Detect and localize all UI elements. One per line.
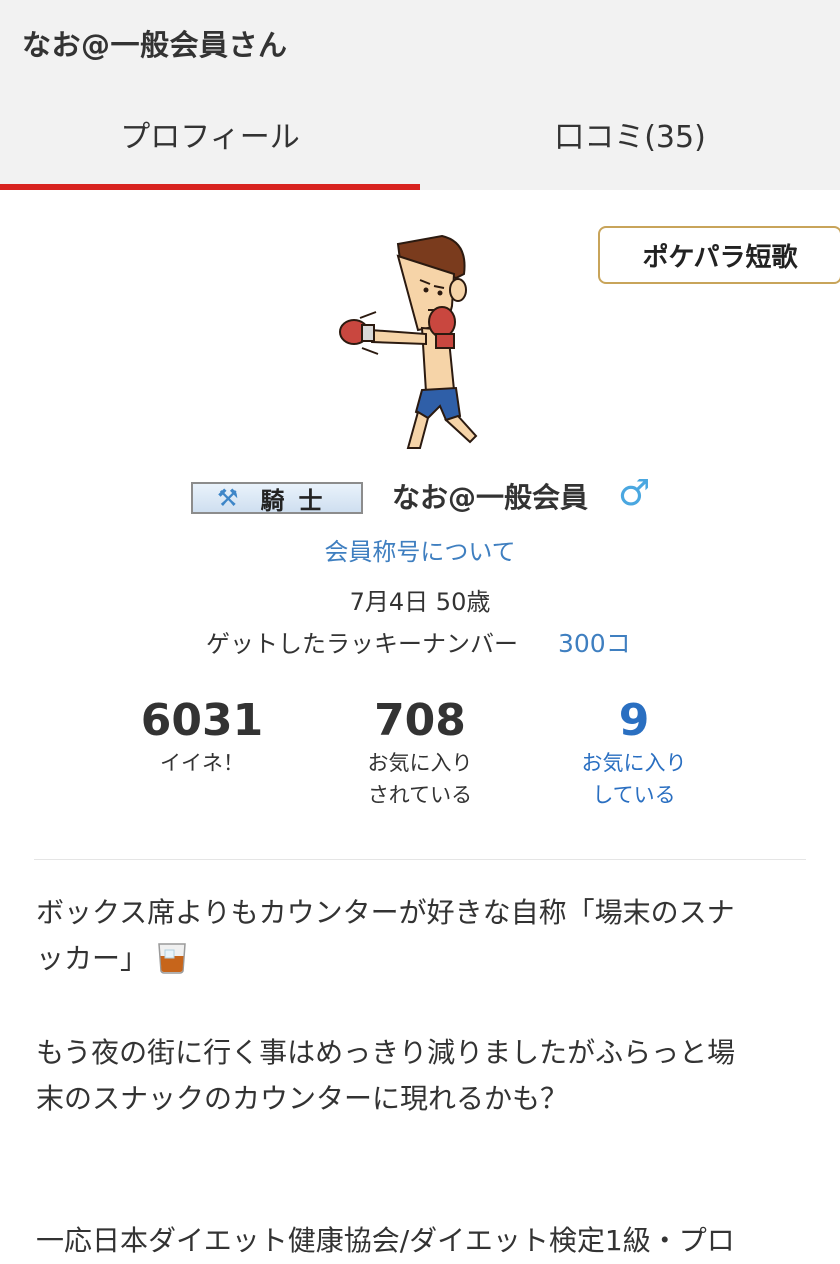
bio-line-with-icon: ッカー」 xyxy=(36,936,806,982)
favorited-by-label: お気に入り されている xyxy=(367,751,473,807)
stats-row: 6031 イイネ！ 708 お気に入り されている 9 お気に入り している xyxy=(0,695,840,825)
page-header: なお@一般会員さん プロフィール 口コミ(35) xyxy=(0,0,840,190)
bio-line: 末のスナックのカウンターに現れるかも？ xyxy=(36,1082,569,1115)
lucky-number-label: ゲットしたラッキーナンバー xyxy=(206,630,518,658)
likes-stat: 6031 イイネ！ xyxy=(92,695,312,779)
divider xyxy=(34,859,806,860)
favorited-by-stat: 708 お気に入り されている xyxy=(310,695,530,811)
whiskey-glass-icon xyxy=(156,940,188,974)
bio-line: ボックス席よりもカウンターが好きな自称「場末のスナ xyxy=(36,896,735,929)
favorites-label: お気に入り している xyxy=(581,751,687,807)
male-gender-icon: ♂ xyxy=(618,473,651,514)
tab-bar: プロフィール 口コミ(35) xyxy=(0,92,840,190)
rank-label: 騎士 xyxy=(260,486,337,515)
bio-paragraph: 一応日本ダイエット健康協会/ダイエット検定1級・プロ xyxy=(36,1218,806,1264)
birthday-age: 7月4日 50歳 xyxy=(349,588,491,616)
bio-line: もう夜の街に行く事はめっきり減りましたがふらっと場 xyxy=(36,1036,736,1069)
rank-badge: ⚒ 騎士 xyxy=(191,482,363,515)
likes-label: イイネ！ xyxy=(160,751,244,775)
boxer-avatar-icon xyxy=(330,230,490,455)
lucky-number-value[interactable]: 300コ xyxy=(558,624,631,660)
user-name: なお@一般会員 xyxy=(392,481,589,514)
bio-line: 一応日本ダイエット健康協会/ダイエット検定1級・プロ xyxy=(36,1224,735,1257)
favorited-by-count: 708 xyxy=(374,695,466,746)
bio-text: ボックス席よりもカウンターが好きな自称「場末のスナ ッカー」 もう夜の街に行く事… xyxy=(36,890,806,1264)
bio-paragraph: もう夜の街に行く事はめっきり減りましたがふらっと場 末のスナックのカウンターに現… xyxy=(36,1030,806,1122)
tab-reviews[interactable]: 口コミ(35) xyxy=(420,92,840,190)
favorites-stat[interactable]: 9 お気に入り している xyxy=(524,695,744,811)
bio-line: ッカー」 xyxy=(36,942,149,975)
member-title-link[interactable]: 会員称号について xyxy=(0,532,840,567)
likes-count: 6031 xyxy=(140,695,264,746)
crossed-axes-icon: ⚒ xyxy=(217,484,239,512)
tanka-button[interactable]: ポケパラ短歌 xyxy=(598,226,840,284)
tab-profile[interactable]: プロフィール xyxy=(0,92,420,190)
profile-section: ポケパラ短歌 ⚒ 騎士 なお@一般会員 ♂ 会員称号について 7月4日 50歳 … xyxy=(0,190,840,1264)
favorites-count: 9 xyxy=(618,695,650,746)
page-title: なお@一般会員さん xyxy=(22,28,288,62)
bio-paragraph: ボックス席よりもカウンターが好きな自称「場末のスナ ッカー」 xyxy=(36,890,806,982)
